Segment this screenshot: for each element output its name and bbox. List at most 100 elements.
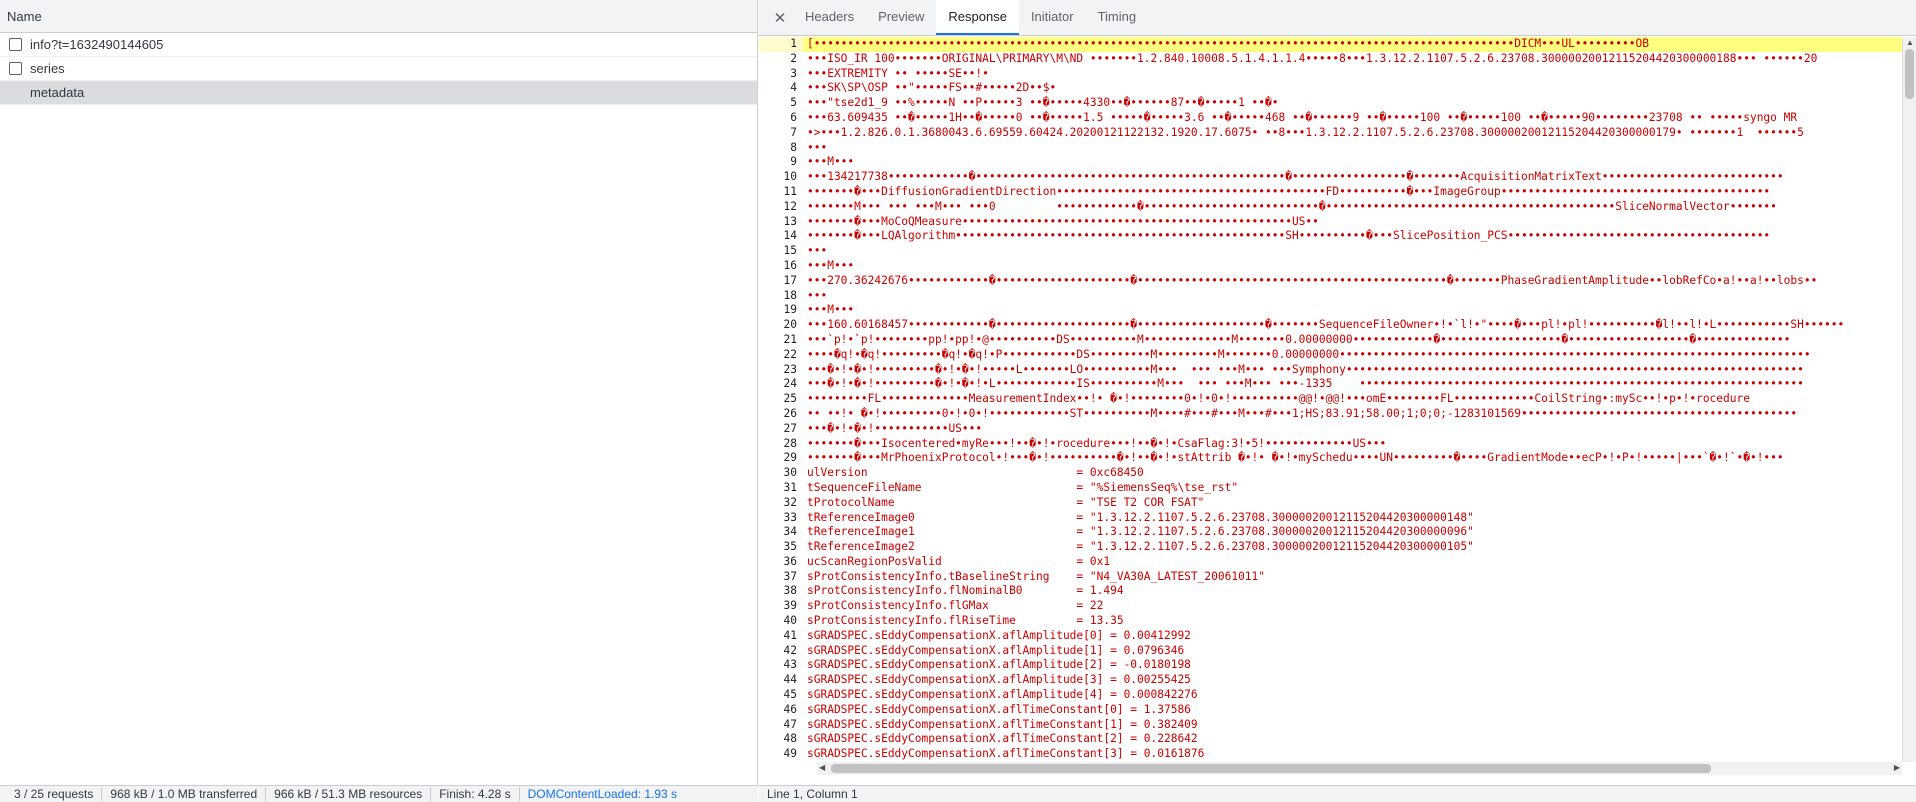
code-line: 32 tProtocolName = "TSE T2 COR FSAT" [759, 496, 1902, 511]
code-line: 6 •••63.609435 ••�•••••1H••�•••••0 ••�•••… [759, 111, 1902, 126]
code-text: tReferenceImage0 = "1.3.12.2.1107.5.2.6.… [807, 510, 1474, 524]
request-checkbox[interactable] [9, 62, 22, 75]
request-detail-panel: ✕ Headers Preview Response Initiator Timing … [759, 0, 1916, 785]
code-line: 5 •••"tse2d1_9 ••%•••••N ••P•••••3 ••�•••… [759, 96, 1902, 111]
line-number: 37 [783, 569, 797, 583]
detail-tab-bar: ✕ Headers Preview Response Initiator Timing [759, 0, 1916, 36]
request-checkbox[interactable] [9, 86, 22, 99]
line-number: 8 [790, 140, 797, 154]
code-line: 15 ••• [759, 244, 1902, 259]
scroll-right-arrow-icon[interactable]: ▶ [1894, 763, 1900, 772]
line-number: 2 [790, 51, 797, 65]
code-text: sProtConsistencyInfo.tBaselineString = "… [807, 569, 1266, 583]
line-number: 1 [759, 37, 803, 52]
line-number: 38 [783, 584, 797, 598]
tab-timing[interactable]: Timing [1086, 0, 1149, 35]
vertical-scrollbar[interactable]: ▲ [1902, 37, 1916, 762]
scroll-left-arrow-icon[interactable]: ◀ [819, 763, 825, 772]
code-line: 13 •••••••�•••MoCoQMeasure•••••••••••••••… [759, 215, 1902, 230]
requests-count: 3 / 25 requests [6, 787, 103, 801]
tab-response[interactable]: Response [936, 0, 1019, 35]
code-text: sGRADSPEC.sEddyCompensationX.aflAmplitud… [807, 658, 1191, 672]
code-text: sGRADSPEC.sEddyCompensationX.aflAmplitud… [807, 643, 1185, 657]
code-text: tProtocolName = "TSE T2 COR FSAT" [807, 495, 1205, 509]
code-text: •••SK\SP\OSP ••"•••••FS••#•••••2D••$• [807, 81, 1057, 95]
line-number: 24 [783, 377, 797, 391]
code-text: •••M••• [807, 258, 855, 272]
line-number: 10 [783, 170, 797, 184]
code-text: •••63.609435 ••�•••••1H••�•••••0 ••�••••… [807, 110, 1798, 124]
tab-preview[interactable]: Preview [866, 0, 936, 35]
line-number: 36 [783, 554, 797, 568]
code-line: 43 sGRADSPEC.sEddyCompensationX.aflAmplit… [759, 658, 1902, 673]
cursor-position-status: Line 1, Column 1 [759, 785, 1916, 802]
code-line: 40 sProtConsistencyInfo.flRiseTime = 13.3… [759, 614, 1902, 629]
code-text: sGRADSPEC.sEddyCompensationX.aflAmplitud… [807, 673, 1191, 687]
line-number: 25 [783, 392, 797, 406]
line-number: 28 [783, 436, 797, 450]
line-number: 23 [783, 362, 797, 376]
line-number: 17 [783, 273, 797, 287]
code-line: 47 sGRADSPEC.sEddyCompensationX.aflTimeCo… [759, 718, 1902, 733]
code-line: 11 •••••••�•••DiffusionGradientDirection•… [759, 185, 1902, 200]
close-icon[interactable]: ✕ [767, 0, 793, 35]
code-line: 22 ••••�q!•�q!•••••••••�q!•�q!•P•••••••••… [759, 348, 1902, 363]
code-text: •••�•!•�•!•••••••••�•!•�•!•L••••••••••••… [807, 377, 1804, 391]
request-name: info?t=1632490144605 [30, 36, 164, 52]
request-row[interactable]: series [0, 57, 757, 81]
horizontal-scroll-thumb[interactable] [831, 764, 1711, 773]
code-text: •••"tse2d1_9 ••%•••••N ••P•••••3 ••�••••… [807, 96, 1279, 110]
code-text: ••• [807, 288, 828, 302]
code-line: 26 •• ••!• �•!•••••••••0•!•0•!•••••••••••… [759, 407, 1902, 422]
request-checkbox[interactable] [9, 38, 22, 51]
request-row[interactable]: info?t=1632490144605 [0, 33, 757, 57]
code-line: 3 •••EXTREMITY •• •••••SE••!• [759, 67, 1902, 82]
response-code-view[interactable]: 1 [••••••••••••••••••••••••••••••••••••••… [759, 37, 1902, 762]
horizontal-scrollbar[interactable]: ◀ ▶ [817, 762, 1902, 775]
tab-initiator[interactable]: Initiator [1019, 0, 1086, 35]
dom-content-loaded-time[interactable]: DOMContentLoaded: 1.93 s [520, 787, 685, 801]
scroll-up-arrow-icon[interactable]: ▲ [1906, 38, 1914, 47]
code-line: 2 •••ISO_IR 100•••••••ORIGINAL\PRIMARY\M\… [759, 52, 1902, 67]
line-number: 47 [783, 717, 797, 731]
line-number: 49 [783, 747, 797, 761]
line-number: 11 [783, 184, 797, 198]
code-text: sGRADSPEC.sEddyCompensationX.aflTimeCons… [807, 732, 1198, 746]
code-line: 17 •••270.36242676••••••••••••�••••••••••… [759, 274, 1902, 289]
code-line: 44 sGRADSPEC.sEddyCompensationX.aflAmplit… [759, 673, 1902, 688]
finish-time: Finish: 4.28 s [431, 787, 520, 801]
code-line: 21 •••`p!•`p!••••••••pp!•pp!•@••••••••••D… [759, 333, 1902, 348]
tab-headers[interactable]: Headers [793, 0, 866, 35]
code-line: 7 •>•••1.2.826.0.1.3680043.6.69559.60424.… [759, 126, 1902, 141]
code-line: 19 •••M••• [759, 303, 1902, 318]
line-number: 7 [790, 125, 797, 139]
line-number: 46 [783, 702, 797, 716]
line-number: 21 [783, 332, 797, 346]
code-line: 8 ••• [759, 141, 1902, 156]
code-line: 39 sProtConsistencyInfo.flGMax = 22 [759, 599, 1902, 614]
code-text: sProtConsistencyInfo.flNominalB0 = 1.494 [807, 584, 1124, 598]
code-text: •••270.36242676••••••••••••�••••••••••••… [807, 273, 1818, 287]
code-text: •••••••••FL•••••••••••••MeasurementIndex… [807, 392, 1750, 406]
code-line: 33 tReferenceImage0 = "1.3.12.2.1107.5.2.… [759, 511, 1902, 526]
line-number: 48 [783, 732, 797, 746]
code-line: 35 tReferenceImage2 = "1.3.12.2.1107.5.2.… [759, 540, 1902, 555]
line-number: 13 [783, 214, 797, 228]
name-column-header[interactable]: Name [0, 0, 757, 33]
code-text: •••�•!•�•!•••••••••�•!•�•!•••••L•••••••L… [807, 362, 1804, 376]
code-text: •••`p!•`p!••••••••pp!•pp!•@••••••••••DS•… [807, 332, 1791, 346]
line-number: 29 [783, 451, 797, 465]
code-text: •••160.60168457••••••••••••�••••••••••••… [807, 318, 1845, 332]
code-line: 34 tReferenceImage1 = "1.3.12.2.1107.5.2.… [759, 525, 1902, 540]
line-number: 30 [783, 466, 797, 480]
line-number: 3 [790, 66, 797, 80]
line-number: 16 [783, 258, 797, 272]
code-text: •••ISO_IR 100•••••••ORIGINAL\PRIMARY\M\N… [807, 51, 1818, 65]
vertical-scroll-thumb[interactable] [1905, 49, 1914, 99]
request-list-panel: Name info?t=1632490144605 series metadata [0, 0, 758, 785]
code-text: •••EXTREMITY •• •••••SE••!• [807, 66, 989, 80]
code-text: •••M••• [807, 303, 855, 317]
request-row[interactable]: metadata [0, 81, 757, 105]
code-text: •• ••!• �•!•••••••••0•!•0•!••••••••••••S… [807, 406, 1798, 420]
code-line: 9 •••M••• [759, 155, 1902, 170]
